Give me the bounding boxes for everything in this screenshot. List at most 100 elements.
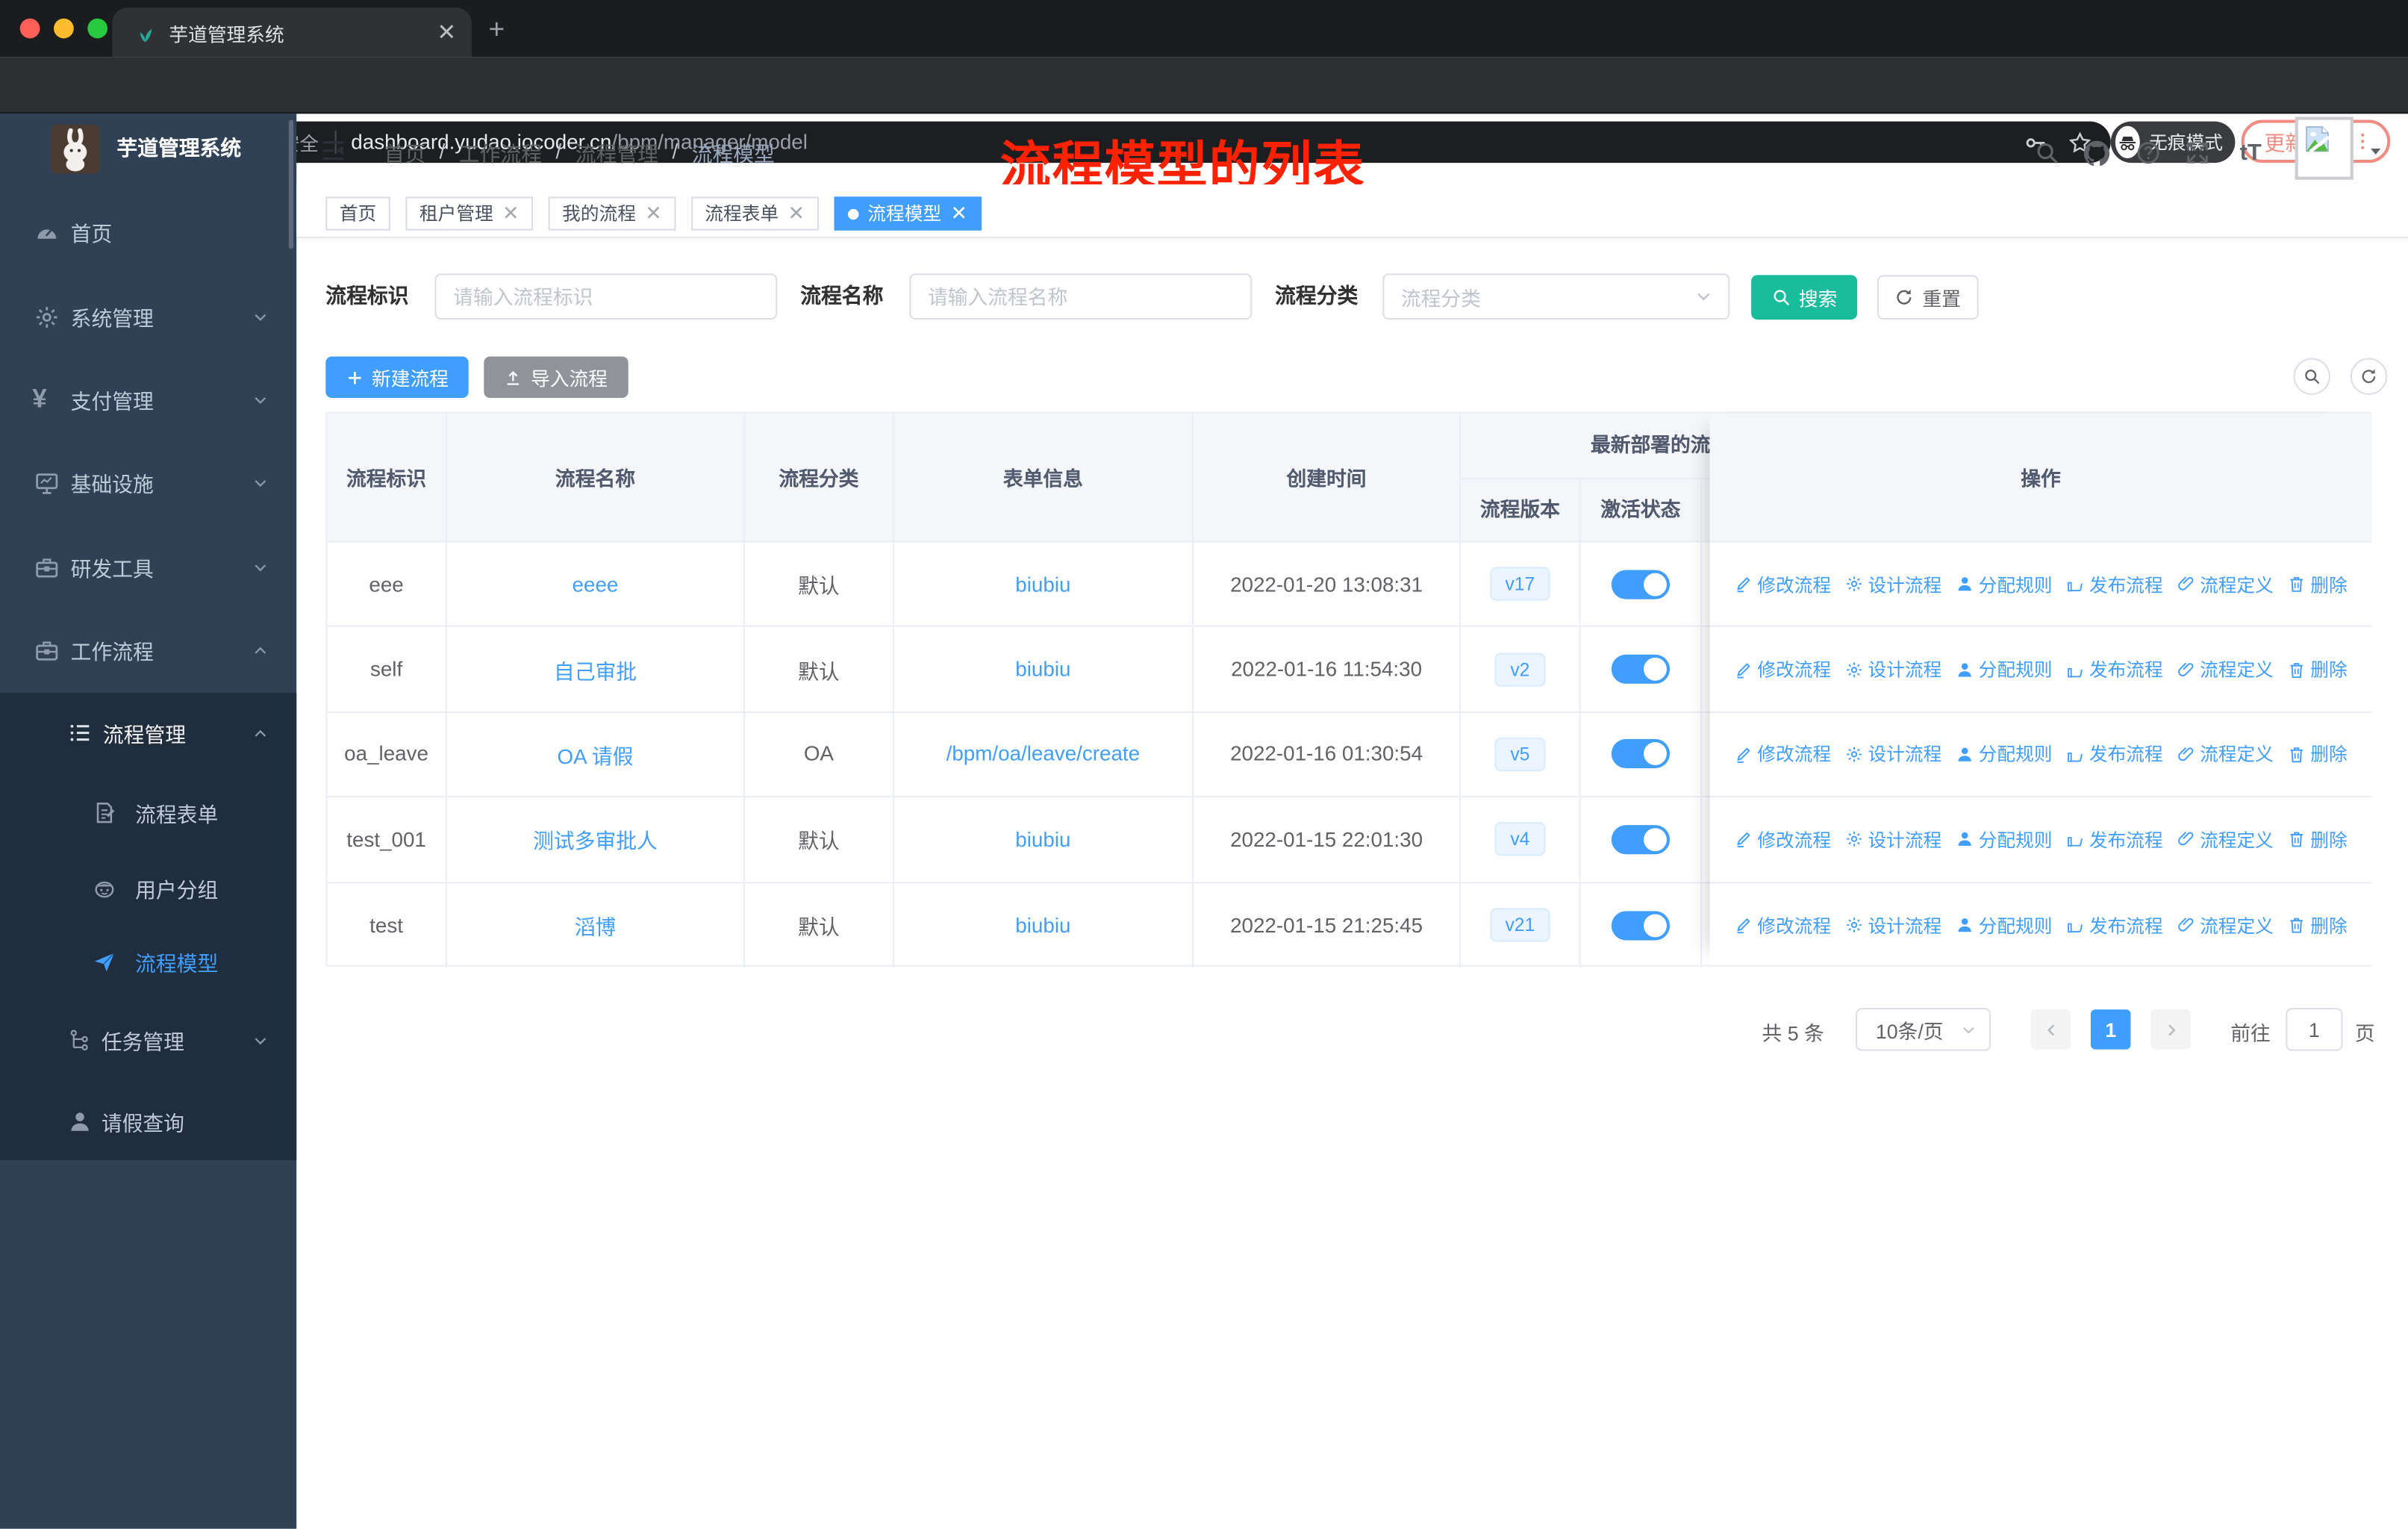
- tag-process-model[interactable]: 流程模型 ✕: [834, 196, 982, 231]
- breadcrumb-home[interactable]: 首页: [384, 136, 426, 166]
- publish-process-link[interactable]: 发布流程: [2066, 741, 2163, 767]
- tag-my-process[interactable]: 我的流程 ✕: [548, 196, 676, 231]
- assign-rule-link[interactable]: 分配规则: [1956, 571, 2052, 597]
- process-category-select[interactable]: 流程分类: [1382, 273, 1730, 320]
- process-name-link[interactable]: 滔博: [575, 910, 617, 941]
- tag-tenant[interactable]: 租户管理 ✕: [405, 196, 533, 231]
- delete-link[interactable]: 删除: [2287, 826, 2348, 853]
- font-size-icon[interactable]: tT: [2240, 140, 2262, 166]
- help-icon[interactable]: [2136, 140, 2162, 166]
- tab-close-icon[interactable]: ✕: [437, 21, 456, 44]
- tag-process-form[interactable]: 流程表单 ✕: [690, 196, 819, 231]
- active-toggle[interactable]: [1611, 654, 1671, 684]
- new-process-button[interactable]: 新建流程: [325, 356, 469, 399]
- process-definition-link[interactable]: 流程定义: [2177, 741, 2274, 767]
- delete-link[interactable]: 删除: [2287, 656, 2348, 682]
- active-toggle[interactable]: [1611, 569, 1671, 599]
- process-name-link[interactable]: OA 请假: [558, 739, 634, 770]
- assign-rule-link[interactable]: 分配规则: [1956, 912, 2052, 938]
- delete-link[interactable]: 删除: [2287, 912, 2348, 938]
- breadcrumb-workflow[interactable]: 工作流程: [459, 136, 542, 166]
- github-icon[interactable]: [2082, 138, 2112, 169]
- active-toggle[interactable]: [1611, 824, 1671, 854]
- modify-process-link[interactable]: 修改流程: [1734, 741, 1831, 767]
- sidebar-item-workflow[interactable]: 工作流程: [0, 619, 296, 680]
- close-icon[interactable]: ✕: [950, 198, 967, 228]
- modify-process-link[interactable]: 修改流程: [1734, 826, 1831, 853]
- design-process-link[interactable]: 设计流程: [1845, 656, 1941, 682]
- sidebar-item-infra[interactable]: 基础设施: [0, 452, 296, 513]
- process-definition-link[interactable]: 流程定义: [2177, 571, 2274, 597]
- process-name-input[interactable]: [909, 273, 1253, 320]
- avatar[interactable]: [2295, 116, 2354, 180]
- process-definition-link[interactable]: 流程定义: [2177, 656, 2274, 682]
- search-icon[interactable]: [2034, 140, 2060, 166]
- process-name-link[interactable]: 测试多审批人: [533, 824, 658, 855]
- col-header-form: 表单信息: [894, 413, 1194, 541]
- sidebar-item-task-mgmt[interactable]: 任务管理: [0, 1009, 296, 1071]
- fullscreen-icon[interactable]: [2184, 140, 2210, 166]
- modify-process-link[interactable]: 修改流程: [1734, 912, 1831, 938]
- sidebar-collapse-icon[interactable]: [318, 137, 349, 164]
- window-close-button[interactable]: [19, 18, 40, 39]
- design-process-link[interactable]: 设计流程: [1845, 826, 1941, 853]
- modify-process-link[interactable]: 修改流程: [1734, 571, 1831, 597]
- sidebar-item-process-mgmt[interactable]: 流程管理: [0, 703, 296, 764]
- process-definition-link[interactable]: 流程定义: [2177, 826, 2274, 853]
- sidebar-item-system[interactable]: 系统管理: [0, 286, 296, 347]
- refresh-table-button[interactable]: [2350, 358, 2388, 395]
- sidebar-item-process-form[interactable]: 流程表单: [0, 782, 296, 844]
- publish-process-link[interactable]: 发布流程: [2066, 826, 2163, 853]
- form-info-link[interactable]: biubiu: [1015, 828, 1070, 851]
- sidebar-item-home[interactable]: 首页: [0, 202, 296, 263]
- tag-home[interactable]: 首页: [325, 196, 390, 231]
- sidebar-scrollbar[interactable]: [288, 119, 294, 249]
- breadcrumb-process-mgmt[interactable]: 流程管理: [576, 136, 658, 166]
- goto-page-input[interactable]: [2286, 1008, 2343, 1051]
- process-definition-link[interactable]: 流程定义: [2177, 912, 2274, 938]
- active-toggle[interactable]: [1611, 910, 1671, 940]
- page-size-select[interactable]: 10条/页: [1856, 1008, 1991, 1051]
- publish-process-link[interactable]: 发布流程: [2066, 656, 2163, 682]
- close-icon[interactable]: ✕: [787, 198, 804, 228]
- design-process-link[interactable]: 设计流程: [1845, 741, 1941, 767]
- page-number-current[interactable]: 1: [2090, 1009, 2131, 1050]
- sidebar: 芋道管理系统 首页 系统管理 ¥ 支付管理 基础设施 研发工具 工作流程 流程管…: [0, 113, 297, 1529]
- sidebar-item-devtools[interactable]: 研发工具: [0, 536, 296, 597]
- form-info-link[interactable]: biubiu: [1015, 914, 1070, 937]
- caret-down-icon[interactable]: [2367, 143, 2384, 160]
- form-info-link[interactable]: biubiu: [1015, 658, 1070, 681]
- sidebar-item-user-group[interactable]: 用户分组: [0, 857, 296, 918]
- sidebar-item-process-model[interactable]: 流程模型: [0, 931, 296, 992]
- delete-link[interactable]: 删除: [2287, 741, 2348, 767]
- process-id-input[interactable]: [434, 273, 778, 320]
- close-icon[interactable]: ✕: [645, 198, 661, 228]
- prev-page-button[interactable]: [2030, 1009, 2071, 1050]
- window-zoom-button[interactable]: [87, 18, 107, 39]
- active-toggle[interactable]: [1611, 739, 1671, 769]
- delete-link[interactable]: 删除: [2287, 571, 2348, 597]
- modify-process-link[interactable]: 修改流程: [1734, 656, 1831, 682]
- assign-rule-link[interactable]: 分配规则: [1956, 826, 2052, 853]
- next-page-button[interactable]: [2150, 1009, 2191, 1050]
- import-process-button[interactable]: 导入流程: [484, 356, 628, 399]
- publish-process-link[interactable]: 发布流程: [2066, 571, 2163, 597]
- browser-tab[interactable]: 芋道管理系统 ✕: [112, 7, 472, 57]
- reset-button[interactable]: 重置: [1877, 275, 1979, 320]
- sidebar-item-leave-query[interactable]: 请假查询: [0, 1091, 296, 1152]
- window-minimize-button[interactable]: [53, 18, 73, 39]
- form-info-link[interactable]: biubiu: [1015, 573, 1070, 596]
- process-name-link[interactable]: 自己审批: [554, 654, 637, 685]
- publish-process-link[interactable]: 发布流程: [2066, 912, 2163, 938]
- toggle-search-button[interactable]: [2293, 358, 2330, 395]
- new-tab-button[interactable]: +: [488, 16, 505, 43]
- design-process-link[interactable]: 设计流程: [1845, 912, 1941, 938]
- design-process-link[interactable]: 设计流程: [1845, 571, 1941, 597]
- sidebar-item-payment[interactable]: ¥ 支付管理: [0, 369, 296, 430]
- form-info-link[interactable]: /bpm/oa/leave/create: [946, 743, 1140, 766]
- assign-rule-link[interactable]: 分配规则: [1956, 656, 2052, 682]
- assign-rule-link[interactable]: 分配规则: [1956, 741, 2052, 767]
- process-name-link[interactable]: eeee: [573, 573, 619, 596]
- close-icon[interactable]: ✕: [502, 198, 519, 228]
- search-button[interactable]: 搜索: [1751, 275, 1858, 320]
